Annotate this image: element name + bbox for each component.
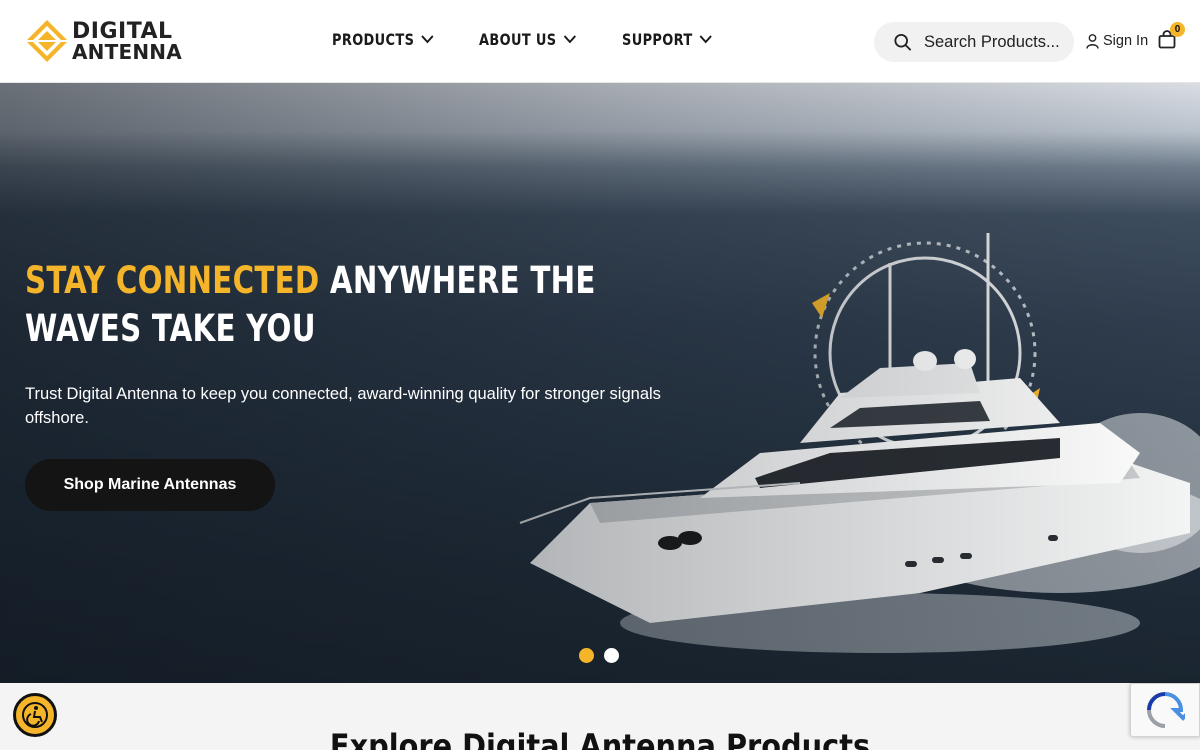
user-icon bbox=[1086, 33, 1099, 49]
nav-about-us[interactable]: ABOUT US bbox=[479, 30, 577, 49]
cart-count-badge: 0 bbox=[1170, 22, 1185, 37]
site-header: DIGITAL ANTENNA PRODUCTS ABOUT US SUPPOR… bbox=[0, 0, 1200, 83]
nav-support[interactable]: SUPPORT bbox=[622, 30, 712, 49]
search-icon[interactable] bbox=[894, 33, 912, 52]
logo-diamond-icon bbox=[26, 20, 68, 62]
nav-support-label: SUPPORT bbox=[621, 30, 693, 49]
section-title: Explore Digital Antenna Products bbox=[329, 727, 871, 750]
cart-button[interactable]: 0 bbox=[1158, 22, 1185, 54]
search-bar bbox=[874, 22, 1074, 62]
sign-in-link[interactable]: Sign In bbox=[1086, 33, 1148, 49]
sign-in-label: Sign In bbox=[1103, 33, 1149, 49]
logo-text: DIGITAL ANTENNA bbox=[72, 19, 182, 64]
chevron-down-icon bbox=[421, 35, 434, 44]
accessibility-button[interactable] bbox=[13, 693, 57, 737]
carousel-dot-1[interactable] bbox=[579, 648, 594, 663]
shop-marine-antennas-button[interactable]: Shop Marine Antennas bbox=[25, 459, 275, 511]
chevron-down-icon bbox=[564, 35, 577, 44]
nav-about-label: ABOUT US bbox=[479, 30, 557, 49]
hero-subtitle: Trust Digital Antenna to keep you connec… bbox=[25, 385, 661, 427]
carousel-dot-2[interactable] bbox=[604, 648, 619, 663]
chevron-down-icon bbox=[699, 35, 712, 44]
recaptcha-badge[interactable] bbox=[1130, 683, 1200, 737]
main-nav: PRODUCTS ABOUT US SUPPORT bbox=[332, 30, 722, 49]
hero-banner: STAY CONNECTED ANYWHERE THE WAVES TAKE Y… bbox=[0, 83, 1200, 683]
nav-products[interactable]: PRODUCTS bbox=[332, 30, 434, 49]
recaptcha-icon bbox=[1147, 692, 1185, 728]
hero-title: STAY CONNECTED ANYWHERE THE WAVES TAKE Y… bbox=[25, 257, 623, 353]
nav-products-label: PRODUCTS bbox=[332, 30, 415, 49]
carousel-dots bbox=[579, 648, 619, 663]
hero-title-accent: STAY CONNECTED bbox=[25, 259, 320, 302]
logo-line-1: DIGITAL bbox=[72, 19, 173, 44]
search-input[interactable] bbox=[924, 32, 1074, 52]
products-section: Explore Digital Antenna Products bbox=[0, 683, 1200, 750]
logo[interactable]: DIGITAL ANTENNA bbox=[24, 18, 200, 66]
logo-line-2: ANTENNA bbox=[72, 40, 182, 64]
accessibility-icon bbox=[22, 702, 48, 728]
